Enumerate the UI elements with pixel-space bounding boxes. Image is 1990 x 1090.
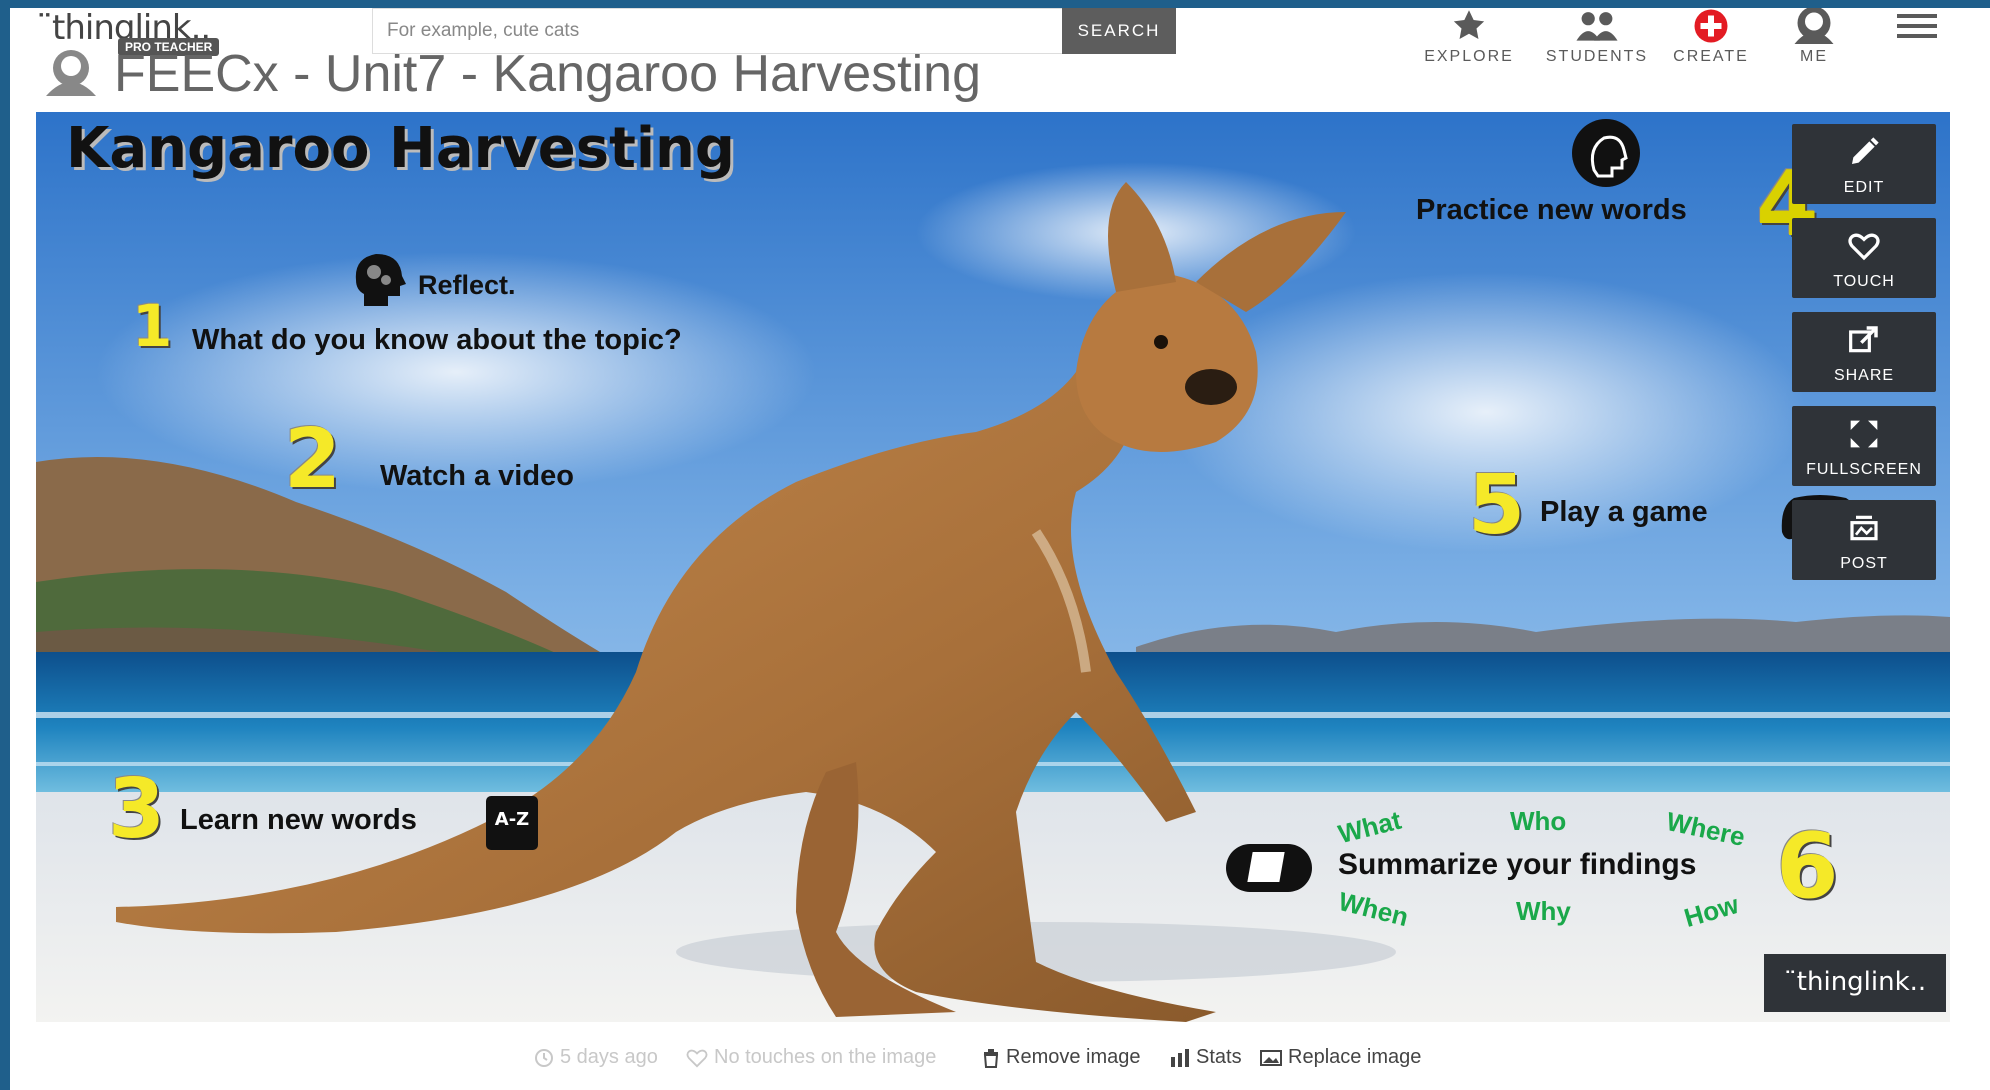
star-icon: [1453, 10, 1485, 40]
touches-info: No touches on the image: [686, 1046, 936, 1069]
edit-label: EDIT: [1843, 179, 1885, 196]
notes-icon[interactable]: [1226, 844, 1312, 892]
step-2-number[interactable]: 2: [284, 412, 341, 507]
step-3-number[interactable]: 3: [108, 762, 165, 857]
brain-gears-icon[interactable]: [348, 250, 408, 308]
author-avatar-icon[interactable]: [44, 48, 98, 98]
touches-text: No touches on the image: [714, 1046, 937, 1068]
clock-icon: [535, 1048, 553, 1067]
post-icon: [1850, 515, 1878, 541]
share-icon: [1849, 326, 1878, 353]
stats-link[interactable]: Stats: [1170, 1046, 1242, 1069]
search-input[interactable]: [373, 9, 1039, 53]
pencil-icon: [1852, 137, 1879, 164]
thinglink-watermark[interactable]: ¨thinglink..: [1764, 954, 1946, 1012]
heart-outline-icon: [686, 1049, 708, 1067]
nav-menu[interactable]: [1892, 12, 1942, 40]
nav-create-label: CREATE: [1673, 48, 1749, 65]
nav-explore-label: EXPLORE: [1424, 48, 1514, 65]
step-6-text: Summarize your findings: [1338, 848, 1697, 881]
touch-button[interactable]: TOUCH: [1792, 218, 1936, 298]
thinglink-page: ¨thinglink.. PRO TEACHER FEECx - Unit7 -…: [10, 8, 1990, 1090]
remove-image-link[interactable]: Remove image: [982, 1046, 1141, 1069]
touch-label: TOUCH: [1833, 273, 1895, 290]
step-5-text: Play a game: [1540, 496, 1708, 528]
fullscreen-icon: [1850, 420, 1878, 448]
question-why: Why: [1516, 896, 1571, 926]
user-icon: [1794, 8, 1834, 44]
step-1-reflect: Reflect.: [418, 270, 516, 300]
share-button[interactable]: SHARE: [1792, 312, 1936, 392]
image-heading: Kangaroo Harvesting: [66, 116, 735, 181]
step-3-text: Learn new words: [180, 804, 417, 836]
nav-students-label: STUDENTS: [1545, 48, 1649, 65]
post-button[interactable]: POST: [1792, 500, 1936, 580]
nav-me[interactable]: ME: [1764, 8, 1864, 66]
dictionary-az-icon[interactable]: A-Z: [486, 796, 538, 850]
share-label: SHARE: [1833, 367, 1895, 384]
step-5-number[interactable]: 5: [1468, 458, 1525, 553]
post-label: POST: [1840, 555, 1888, 572]
students-icon: [1576, 12, 1618, 41]
replace-image-label: Replace image: [1288, 1046, 1422, 1068]
stats-label: Stats: [1196, 1046, 1242, 1068]
plus-circle-icon: [1694, 9, 1728, 43]
nav-me-label: ME: [1800, 48, 1828, 65]
fullscreen-button[interactable]: FULLSCREEN: [1792, 406, 1936, 486]
trash-icon: [983, 1048, 999, 1068]
head-thinking-icon[interactable]: [1564, 118, 1648, 188]
image-icon: [1260, 1049, 1282, 1066]
kangaroo-beach-photo: [36, 112, 1950, 1022]
step-2-text: Watch a video: [380, 460, 574, 492]
nav-explore[interactable]: EXPLORE: [1404, 8, 1534, 66]
search-button[interactable]: SEARCH: [1062, 8, 1176, 54]
hamburger-menu-icon: [1897, 14, 1937, 38]
edit-button[interactable]: EDIT: [1792, 124, 1936, 204]
image-footer: 5 days ago No touches on the image Remov…: [10, 1040, 1990, 1080]
interactive-image[interactable]: Kangaroo Harvesting Reflect. 1 What do y…: [36, 112, 1950, 1022]
replace-image-link[interactable]: Replace image: [1260, 1046, 1421, 1069]
remove-image-label: Remove image: [1006, 1046, 1141, 1068]
heart-icon: [1848, 233, 1880, 261]
step-1-number[interactable]: 1: [132, 292, 172, 360]
step-4-text: Practice new words: [1416, 194, 1687, 226]
nav-students[interactable]: STUDENTS: [1532, 8, 1662, 66]
step-1-text: What do you know about the topic?: [192, 324, 682, 356]
nav-create[interactable]: CREATE: [1656, 8, 1766, 66]
question-who: Who: [1510, 806, 1567, 836]
fullscreen-label: FULLSCREEN: [1806, 461, 1922, 478]
thinglink-logo[interactable]: ¨thinglink.. PRO TEACHER: [36, 8, 220, 56]
step-6-number[interactable]: 6: [1776, 814, 1839, 919]
search-bar: SEARCH: [372, 8, 1176, 54]
bar-chart-icon: [1171, 1048, 1189, 1067]
timestamp-text: 5 days ago: [560, 1046, 658, 1068]
timestamp: 5 days ago: [534, 1046, 658, 1069]
